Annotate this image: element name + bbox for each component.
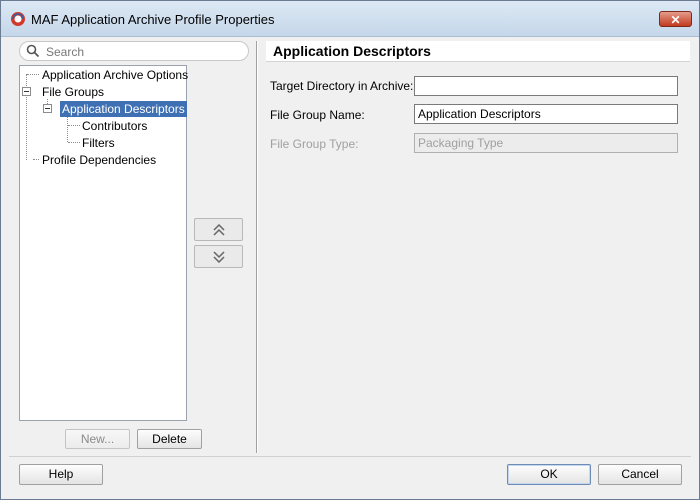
- file-group-name-label: File Group Name:: [270, 108, 365, 122]
- tree-item-application-archive-options[interactable]: Application Archive Options: [42, 67, 188, 83]
- delete-button-label: Delete: [152, 432, 187, 446]
- search-icon: [26, 44, 40, 58]
- double-chevron-up-icon: [213, 224, 225, 236]
- tree-item-application-descriptors[interactable]: Application Descriptors: [60, 101, 187, 117]
- cancel-button[interactable]: Cancel: [598, 464, 682, 485]
- ok-button-label: OK: [540, 467, 558, 481]
- target-directory-field[interactable]: [414, 76, 678, 96]
- file-group-name-field[interactable]: Application Descriptors: [414, 104, 678, 124]
- file-group-type-field: Packaging Type: [414, 133, 678, 153]
- tree-item-profile-dependencies[interactable]: Profile Dependencies: [42, 152, 156, 168]
- help-button-label: Help: [48, 467, 74, 481]
- navigation-tree: Application Archive Options File Groups …: [19, 65, 188, 421]
- move-up-button[interactable]: [194, 218, 243, 241]
- cancel-button-label: Cancel: [621, 467, 659, 481]
- collapse-toggle-app-descriptors[interactable]: [43, 104, 52, 113]
- tree-connector: [27, 74, 39, 75]
- dialog-window: MAF Application Archive Profile Properti…: [0, 0, 700, 500]
- panel-divider-highlight: [257, 41, 258, 453]
- move-down-button[interactable]: [194, 245, 243, 268]
- tree-connector: [68, 125, 80, 126]
- file-group-type-label: File Group Type:: [270, 137, 359, 151]
- tree-item-filters[interactable]: Filters: [82, 135, 115, 151]
- title-bar: MAF Application Archive Profile Properti…: [1, 1, 699, 37]
- help-button[interactable]: Help: [19, 464, 103, 485]
- close-icon: ✕: [670, 13, 681, 27]
- tree-connector: [33, 159, 39, 160]
- window-title: MAF Application Archive Profile Properti…: [31, 12, 275, 27]
- footer-divider: [9, 456, 691, 457]
- double-chevron-down-icon: [213, 251, 225, 263]
- collapse-toggle-file-groups[interactable]: [22, 87, 31, 96]
- new-button-label: New...: [80, 432, 115, 446]
- tree-connector: [67, 116, 68, 142]
- section-header: Application Descriptors: [266, 41, 690, 62]
- section-title: Application Descriptors: [273, 43, 431, 59]
- delete-button[interactable]: Delete: [137, 429, 202, 449]
- search-input[interactable]: [44, 43, 244, 61]
- tree-connector: [68, 142, 80, 143]
- search-box: [19, 41, 249, 61]
- tree-item-file-groups[interactable]: File Groups: [42, 84, 104, 100]
- target-directory-label: Target Directory in Archive:: [270, 79, 414, 93]
- oracle-app-icon: [11, 12, 25, 26]
- tree-item-contributors[interactable]: Contributors: [82, 118, 147, 134]
- close-button[interactable]: ✕: [659, 11, 692, 27]
- new-button[interactable]: New...: [65, 429, 130, 449]
- ok-button[interactable]: OK: [507, 464, 591, 485]
